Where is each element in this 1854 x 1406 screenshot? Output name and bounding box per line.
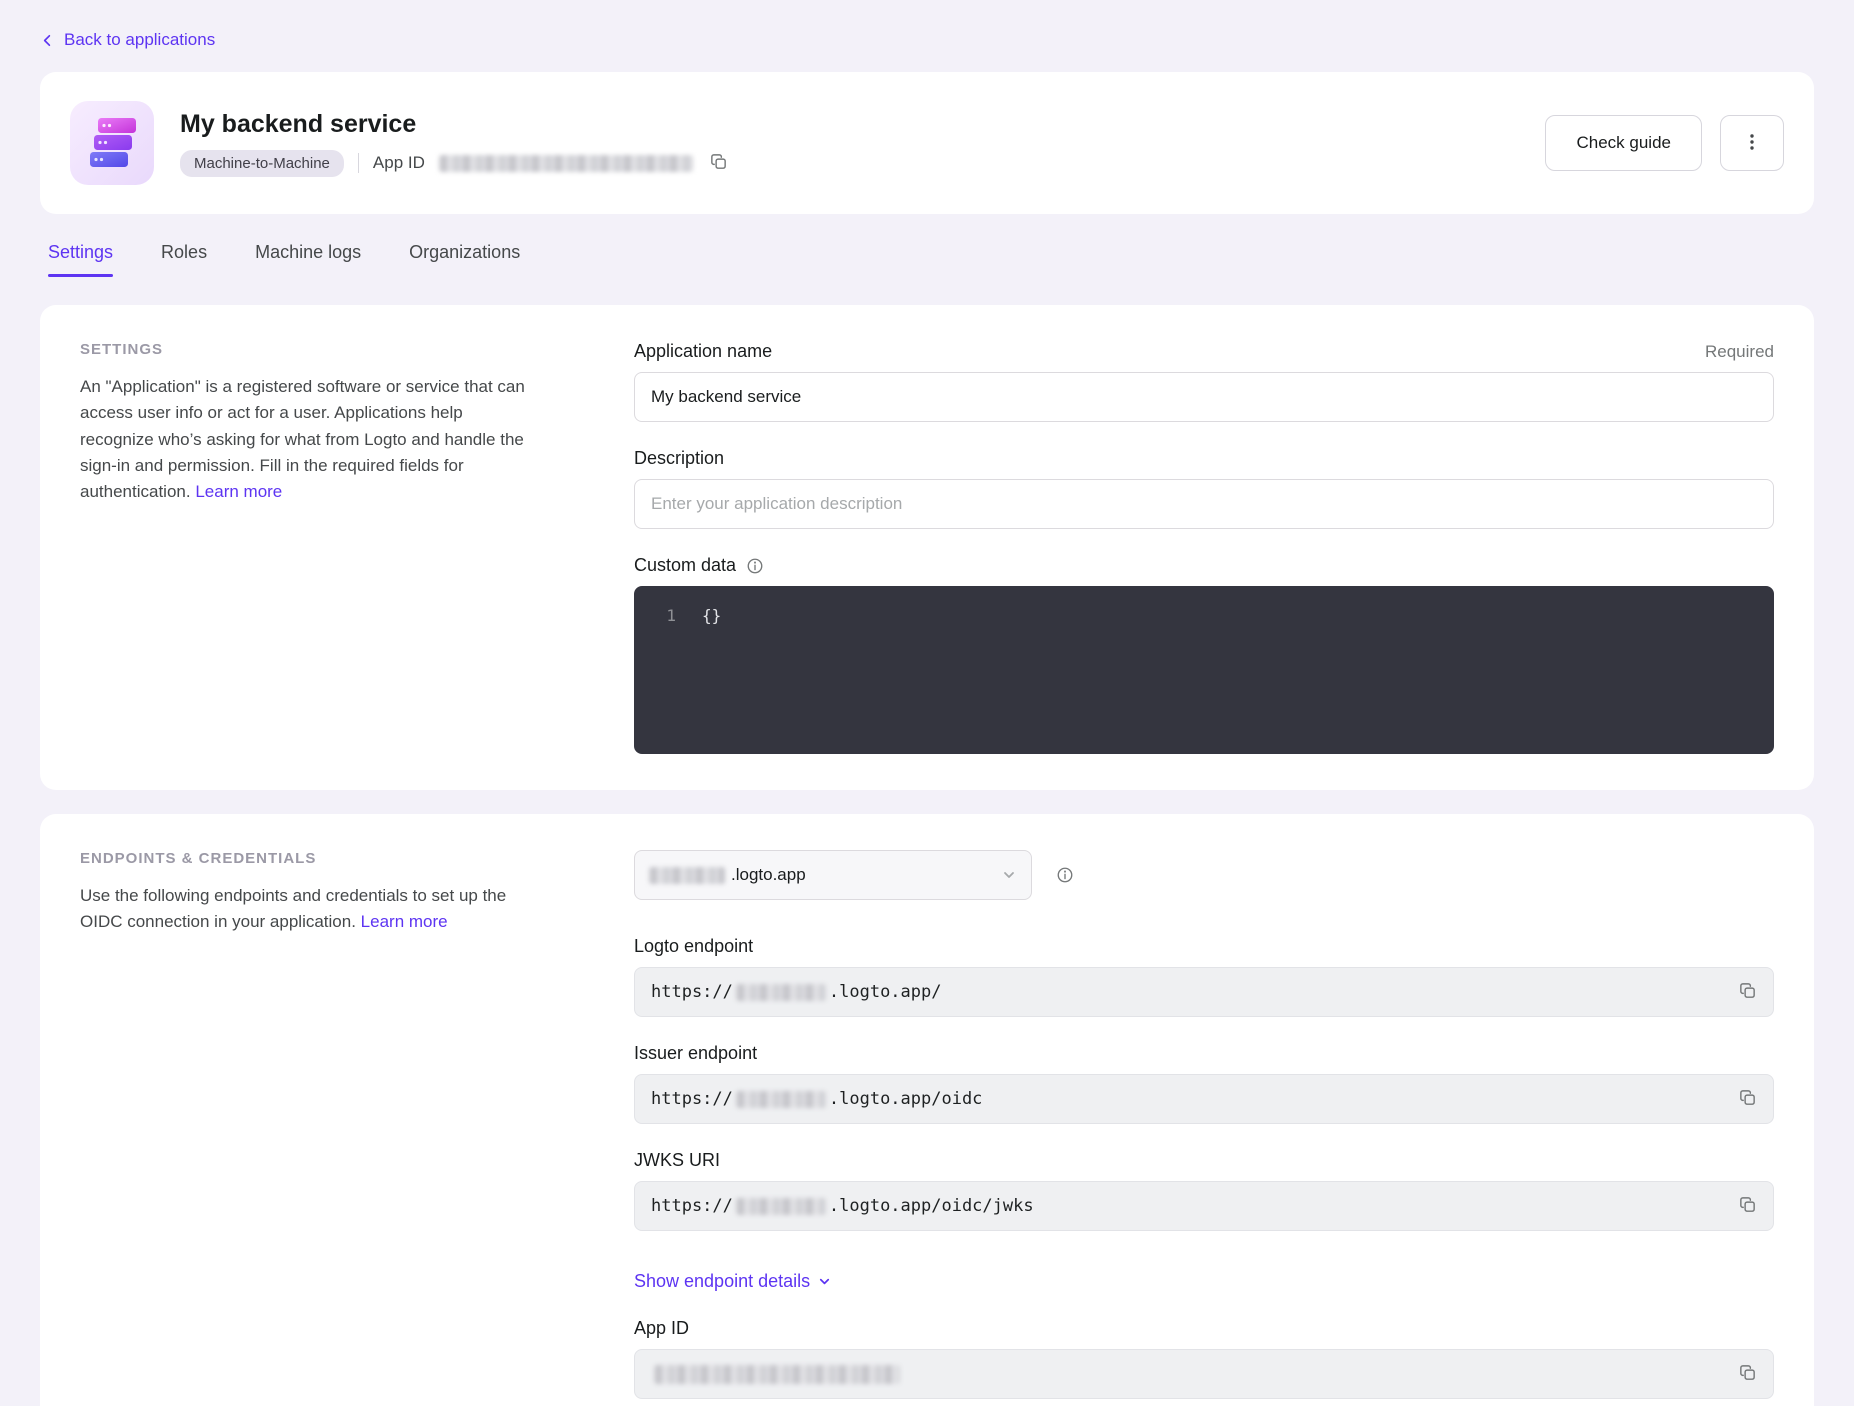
app-title: My backend service [180, 110, 730, 139]
endpoints-card-aside: ENDPOINTS & CREDENTIALS Use the followin… [80, 850, 540, 1399]
description-input[interactable] [634, 479, 1774, 529]
tab-organizations[interactable]: Organizations [409, 242, 520, 277]
copy-icon [1738, 1195, 1757, 1217]
app-id-value-redacted [654, 1365, 900, 1384]
logto-endpoint-value: https:// .logto.app/ [634, 967, 1774, 1017]
show-endpoint-details-link[interactable]: Show endpoint details [634, 1271, 832, 1292]
settings-section-description: An "Application" is a registered softwar… [80, 374, 540, 506]
settings-card: SETTINGS An "Application" is a registere… [40, 305, 1814, 790]
chevron-down-icon [817, 1274, 832, 1289]
url-prefix: https:// [651, 1196, 733, 1216]
editor-line-number: 1 [654, 606, 676, 625]
url-prefix: https:// [651, 982, 733, 1002]
tab-machine-logs[interactable]: Machine logs [255, 242, 361, 277]
chevron-down-icon [1001, 867, 1017, 883]
application-name-field: Application name Required [634, 341, 1774, 422]
endpoints-card-main: .logto.app Logto endpoint https:// .logt… [634, 850, 1774, 1399]
issuer-endpoint-field: Issuer endpoint https:// .logto.app/oidc [634, 1043, 1774, 1124]
url-suffix: .logto.app/ [829, 982, 942, 1002]
header-actions: Check guide [1545, 115, 1784, 171]
tenant-id-redacted [736, 1198, 826, 1215]
page: Back to applications [0, 0, 1854, 1406]
copy-jwks-uri-button[interactable] [1736, 1193, 1759, 1219]
settings-card-aside: SETTINGS An "Application" is a registere… [80, 341, 540, 754]
url-suffix: .logto.app/oidc [829, 1089, 983, 1109]
custom-data-editor[interactable]: 1 {} [634, 586, 1774, 754]
chevron-left-icon [40, 33, 55, 48]
application-name-input[interactable] [634, 372, 1774, 422]
back-to-applications-link[interactable]: Back to applications [40, 30, 215, 50]
required-indicator: Required [1705, 342, 1774, 362]
description-label: Description [634, 448, 724, 469]
tab-bar: Settings Roles Machine logs Organization… [48, 242, 1814, 277]
logto-endpoint-field: Logto endpoint https:// .logto.app/ [634, 936, 1774, 1017]
copy-logto-endpoint-button[interactable] [1736, 979, 1759, 1005]
endpoints-card: ENDPOINTS & CREDENTIALS Use the followin… [40, 814, 1814, 1406]
tenant-id-redacted [736, 1091, 826, 1108]
jwks-uri-label: JWKS URI [634, 1150, 720, 1171]
copy-icon [709, 152, 728, 174]
tenant-id-redacted [649, 867, 725, 884]
app-id-label: App ID [373, 153, 425, 173]
app-id-field-label: App ID [634, 1318, 689, 1339]
app-header-info: My backend service Machine-to-Machine Ap… [180, 110, 730, 177]
custom-data-label: Custom data [634, 555, 736, 576]
custom-data-field: Custom data 1 {} [634, 555, 1774, 754]
editor-line: 1 {} [634, 606, 1774, 625]
tenant-endpoint-select[interactable]: .logto.app [634, 850, 1032, 900]
show-endpoint-details-label: Show endpoint details [634, 1271, 810, 1292]
editor-code: {} [702, 606, 721, 625]
url-suffix: .logto.app/oidc/jwks [829, 1196, 1034, 1216]
tab-settings[interactable]: Settings [48, 242, 113, 277]
settings-learn-more-link[interactable]: Learn more [195, 482, 282, 501]
app-logo-icon [70, 101, 154, 185]
issuer-endpoint-value: https:// .logto.app/oidc [634, 1074, 1774, 1124]
issuer-endpoint-label: Issuer endpoint [634, 1043, 757, 1064]
logto-endpoint-label: Logto endpoint [634, 936, 753, 957]
tenant-id-redacted [736, 984, 826, 1001]
copy-icon [1738, 1088, 1757, 1110]
copy-icon [1738, 1363, 1757, 1385]
meta-divider [358, 153, 359, 173]
info-icon[interactable] [746, 557, 764, 575]
copy-app-id-value-button[interactable] [1736, 1361, 1759, 1387]
check-guide-button[interactable]: Check guide [1545, 115, 1702, 171]
app-meta-row: Machine-to-Machine App ID [180, 150, 730, 177]
app-id-value [634, 1349, 1774, 1399]
endpoints-section-description: Use the following endpoints and credenti… [80, 883, 540, 936]
copy-app-id-button[interactable] [707, 150, 730, 176]
endpoints-learn-more-link[interactable]: Learn more [361, 912, 448, 931]
back-link-label: Back to applications [64, 30, 215, 50]
tenant-domain-suffix: .logto.app [731, 865, 806, 885]
tab-roles[interactable]: Roles [161, 242, 207, 277]
application-name-label: Application name [634, 341, 772, 362]
url-prefix: https:// [651, 1089, 733, 1109]
copy-issuer-endpoint-button[interactable] [1736, 1086, 1759, 1112]
copy-icon [1738, 981, 1757, 1003]
endpoints-section-title: ENDPOINTS & CREDENTIALS [80, 850, 540, 867]
tenant-endpoint-row: .logto.app [634, 850, 1774, 900]
app-id-field: App ID [634, 1318, 1774, 1399]
app-id-value-redacted [439, 155, 693, 172]
info-icon[interactable] [1056, 866, 1074, 884]
settings-section-title: SETTINGS [80, 341, 540, 358]
settings-description-text: An "Application" is a registered softwar… [80, 377, 525, 501]
more-actions-button[interactable] [1720, 115, 1784, 171]
kebab-menu-icon [1742, 132, 1762, 155]
description-field: Description [634, 448, 1774, 529]
app-header-card: My backend service Machine-to-Machine Ap… [40, 72, 1814, 214]
settings-card-main: Application name Required Description Cu… [634, 341, 1774, 754]
jwks-uri-value: https:// .logto.app/oidc/jwks [634, 1181, 1774, 1231]
jwks-uri-field: JWKS URI https:// .logto.app/oidc/jwks [634, 1150, 1774, 1231]
app-type-badge: Machine-to-Machine [180, 150, 344, 177]
